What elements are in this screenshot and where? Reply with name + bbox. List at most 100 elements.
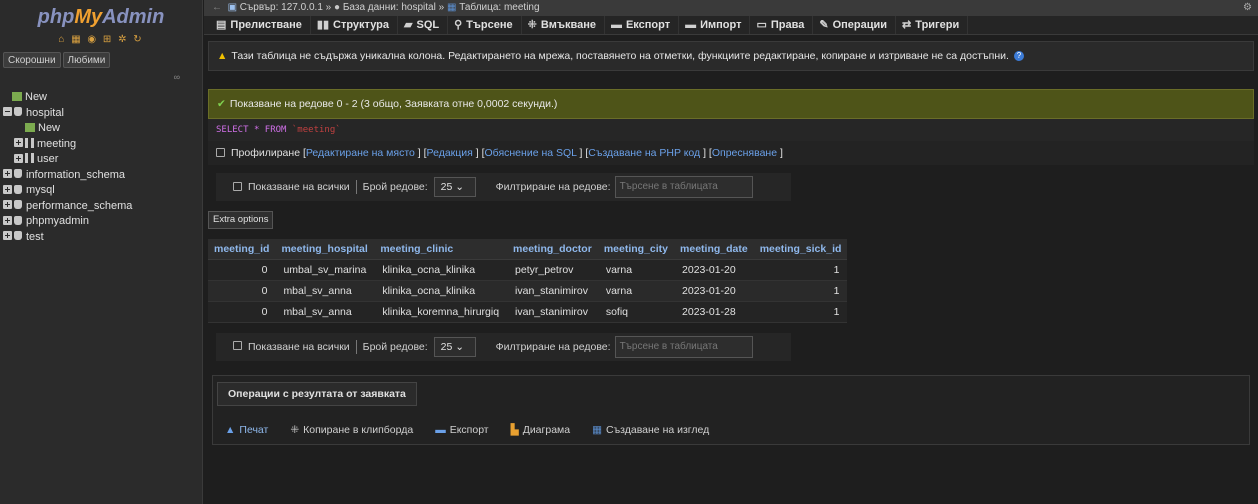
sidebar-tabs: Скорошни Любими (0, 50, 202, 72)
tab-import[interactable]: ▬ Импорт (679, 16, 751, 34)
server-icon: ▣ (227, 2, 238, 13)
tree-item-user[interactable]: user (0, 152, 202, 168)
tree-item-test[interactable]: test (0, 230, 202, 246)
copy-to-clipboard-link[interactable]: ⁜ Копиране в клипборда (290, 424, 413, 436)
breadcrumb-table[interactable]: Таблица: meeting (459, 2, 539, 13)
column-header[interactable]: meeting_hospital (275, 239, 375, 260)
tab-export[interactable]: ▬ Експорт (605, 16, 680, 34)
refresh-link[interactable]: Опресняване (712, 147, 777, 159)
tab-operations[interactable]: ✎ Операции (813, 16, 897, 34)
expand-icon[interactable] (3, 169, 12, 179)
edit-link[interactable]: Редакция (427, 147, 473, 159)
column-header[interactable]: meeting_doctor (507, 239, 598, 260)
breadcrumb: ← ▣ Сървър: 127.0.0.1 » ● База данни: ho… (204, 0, 1258, 16)
expand-icon[interactable] (3, 215, 12, 225)
operations-title: Операции с резултата от заявката (217, 381, 417, 406)
inline-edit-link[interactable]: Редактиране на място (306, 147, 415, 159)
expand-icon[interactable] (14, 138, 23, 148)
tree-item-mysql[interactable]: mysql (0, 183, 202, 199)
tree-item-hospital-new[interactable]: New (0, 121, 202, 137)
navigation-top: Показване на всички Брой редове: 25 ⌄ Фи… (216, 173, 791, 201)
quick-icons[interactable]: ⌂ ▦ ◉ ⊞ ✲ ↻ (0, 34, 202, 50)
sql-query: SELECT * FROM `meeting` (208, 119, 1254, 141)
table-row[interactable]: 0 mbal_sv_anna klinika_ocna_klinika ivan… (208, 280, 848, 302)
database-icon (14, 231, 22, 241)
table-icon (25, 137, 34, 148)
clipboard-icon: ⁜ (290, 423, 300, 436)
print-link[interactable]: ▲ Печат (225, 424, 268, 436)
tree-item-meeting[interactable]: meeting (0, 137, 202, 153)
tab-search[interactable]: ⚲ Търсене (448, 16, 522, 34)
breadcrumb-server[interactable]: Сървър: 127.0.0.1 (240, 2, 323, 13)
check-icon: ✔ (217, 98, 226, 110)
privileges-icon: ▭ (756, 19, 767, 31)
database-icon: ● (334, 2, 341, 13)
back-arrow-icon[interactable]: ← (212, 2, 222, 13)
chart-link[interactable]: ▙ Диаграма (511, 424, 570, 436)
expand-icon[interactable] (3, 231, 12, 241)
tab-insert[interactable]: ⁜ Вмъкване (522, 16, 605, 34)
tab-sql[interactable]: ▰ SQL (398, 16, 449, 34)
database-icon (14, 215, 22, 225)
tree-item-hospital[interactable]: hospital (0, 106, 202, 122)
new-icon (12, 91, 22, 101)
link-icon[interactable]: ∞ (0, 72, 202, 90)
column-header[interactable]: meeting_sick_id (753, 239, 848, 260)
chevron-down-icon: ⌄ (455, 340, 465, 353)
triggers-icon: ⇄ (902, 19, 912, 31)
tree-item-phpmyadmin[interactable]: phpmyadmin (0, 214, 202, 230)
profiling-bar: Профилиране [Редактиране на място ] [Ред… (208, 141, 1254, 165)
table-row[interactable]: 0 mbal_sv_anna klinika_koremna_hirurgiq … (208, 301, 848, 323)
recent-tab[interactable]: Скорошни (3, 52, 61, 68)
expand-icon[interactable] (3, 200, 12, 210)
tab-triggers[interactable]: ⇄ Тригери (896, 16, 969, 34)
column-header[interactable]: meeting_date (674, 239, 754, 260)
operations-icon: ✎ (819, 19, 829, 31)
favorites-tab[interactable]: Любими (62, 52, 111, 68)
view-icon: ▦ (592, 423, 603, 436)
export-icon: ▬ (610, 19, 622, 31)
results-table: meeting_id meeting_hospital meeting_clin… (208, 239, 848, 323)
navigation-sidebar: phpMyAdmin ⌂ ▦ ◉ ⊞ ✲ ↻ Скорошни Любими ∞… (0, 0, 203, 504)
database-icon (14, 200, 22, 210)
extra-options-button[interactable]: Extra options (208, 211, 274, 229)
rows-per-page-select[interactable]: 25 ⌄ (433, 336, 476, 357)
tree-item-performance-schema[interactable]: performance_schema (0, 199, 202, 215)
tree-item-new[interactable]: New (0, 90, 202, 106)
success-message: ✔ Показване на редове 0 - 2 (3 общо, Заяв… (208, 89, 1254, 119)
show-all-checkbox[interactable] (233, 341, 242, 350)
browse-icon: ▤ (216, 19, 227, 31)
create-view-link[interactable]: ▦ Създаване на изглед (592, 424, 709, 436)
new-icon (25, 122, 35, 132)
breadcrumb-database[interactable]: База данни: hospital (343, 2, 436, 13)
column-header[interactable]: meeting_city (597, 239, 675, 260)
help-icon[interactable]: ? (1013, 51, 1024, 62)
expand-icon[interactable] (14, 153, 23, 163)
filter-rows-input[interactable]: Търсене в таблицата (614, 335, 753, 358)
import-icon: ▬ (685, 19, 697, 31)
sql-icon: ▰ (404, 19, 413, 31)
column-header[interactable]: meeting_id (208, 239, 276, 260)
structure-icon: ▮▮ (316, 19, 330, 31)
tree-item-information-schema[interactable]: information_schema (0, 168, 202, 184)
expand-icon[interactable] (3, 184, 12, 194)
database-tree: New hospital New meeting user informatio… (0, 90, 202, 245)
show-all-checkbox[interactable] (233, 181, 242, 191)
tab-structure[interactable]: ▮▮ Структура (311, 16, 399, 34)
export-link[interactable]: ▬ Експорт (435, 424, 488, 436)
phpmyadmin-logo[interactable]: phpMyAdmin (0, 0, 202, 34)
database-icon (14, 169, 22, 179)
explain-sql-link[interactable]: Обяснение на SQL (485, 147, 577, 159)
table-row[interactable]: 0 umbal_sv_marina klinika_ocna_klinika p… (208, 259, 848, 281)
tab-browse[interactable]: ▤ Прелистване (210, 16, 311, 34)
column-header[interactable]: meeting_clinic (374, 239, 508, 260)
table-tabs: ▤ Прелистване ▮▮ Структура ▰ SQL ⚲ Търсене ⁜… (204, 16, 1258, 35)
chevron-down-icon: ⌄ (455, 181, 465, 193)
collapse-icon[interactable] (3, 107, 12, 117)
settings-gear-icon[interactable]: ⚙ (1243, 0, 1252, 16)
profiling-checkbox[interactable] (216, 147, 225, 157)
tab-privileges[interactable]: ▭ Права (750, 16, 814, 34)
rows-per-page-select[interactable]: 25 ⌄ (433, 177, 476, 197)
filter-rows-input[interactable]: Търсене в таблицата (614, 176, 753, 198)
create-php-code-link[interactable]: Създаване на PHP код (588, 147, 700, 159)
